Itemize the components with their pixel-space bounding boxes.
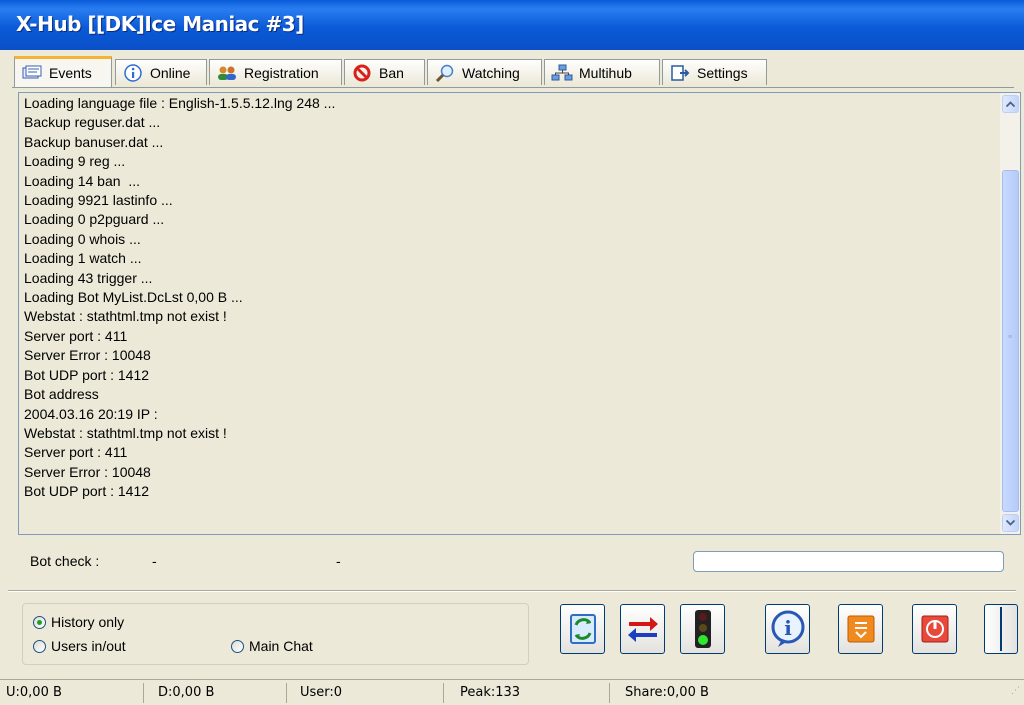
chevron-up-icon [1006,101,1015,107]
bot-check-value: - [336,553,341,569]
tab-watching[interactable]: Watching [427,59,542,85]
divider [8,590,1016,592]
resize-grip-icon[interactable]: ⋰ [1011,686,1020,696]
status-upload: U:0,00 B [6,685,62,700]
status-users: User:0 [300,685,343,700]
traffic-light-icon [692,609,714,649]
tab-label: Events [49,65,92,81]
status-peak: Peak:133 [460,685,521,700]
tab-strip: Events Online Registration Ban Watching … [12,56,1012,88]
scroll-down-button[interactable] [1002,514,1019,532]
log-line: Server Error : 10048 [24,463,151,480]
vertical-scrollbar[interactable]: ≡ [1000,93,1020,534]
radio-main-chat[interactable]: Main Chat [231,638,313,654]
swap-button[interactable] [620,604,665,654]
tab-label: Registration [244,64,319,81]
tab-events[interactable]: Events [14,56,112,87]
log-line: Server port : 411 [24,327,128,344]
log-line: Loading 43 trigger ... [24,269,153,286]
tab-label: Multihub [579,64,632,81]
status-divider [143,683,144,703]
events-log[interactable]: Loading language file : English-1.5.5.12… [18,92,1021,535]
swap-arrows-icon [626,614,660,644]
radio-checked-icon[interactable] [33,615,46,629]
info-button[interactable]: i [765,604,810,654]
events-icon [21,64,43,82]
log-line: Loading 0 whois ... [24,230,141,247]
settings-icon [669,64,691,82]
bot-check-label: Bot check : [30,553,100,569]
notepad-icon [846,614,876,644]
scroll-up-button[interactable] [1002,95,1019,113]
log-line: Loading 14 ban ... [24,172,140,189]
status-divider [286,683,287,703]
svg-text:i: i [784,616,792,640]
grip-icon: ≡ [1008,334,1013,341]
log-line: 2004.03.16 20:19 IP : [24,405,158,422]
log-line: Backup banuser.dat ... [24,133,164,150]
notes-button[interactable] [838,604,883,654]
radio-label: Users in/out [51,638,126,654]
status-bar: U:0,00 B D:0,00 B User:0 Peak:133 Share:… [0,679,1024,705]
shutdown-button[interactable] [912,604,957,654]
info-icon [122,63,144,82]
radio-history-only[interactable]: History only [33,614,124,630]
window-title: X-Hub [[DK]Ice Maniac #3] [16,12,304,36]
log-line: Loading 9 reg ... [24,153,126,170]
refresh-button[interactable] [560,604,605,654]
refresh-icon [567,611,599,647]
users-icon [216,64,238,82]
magnifier-icon [434,64,456,82]
ban-icon [351,64,373,82]
tab-settings[interactable]: Settings [662,59,767,85]
log-line: Bot address [24,386,99,403]
scroll-thumb[interactable]: ≡ [1002,170,1019,512]
log-line: Loading Bot MyList.DcLst 0,00 B ... [24,289,243,306]
network-icon [551,64,573,82]
status-divider [443,683,444,703]
event-filter-group: History only Users in/out Main Chat [22,603,529,665]
log-line: Server port : 411 [24,444,128,461]
radio-label: Main Chat [249,638,313,654]
tab-multihub[interactable]: Multihub [544,59,660,85]
log-line: Server Error : 10048 [24,347,151,364]
radio-label: History only [51,614,125,630]
log-line: Webstat : stathtml.tmp not exist ! [24,424,227,441]
log-line: Loading 0 p2pguard ... [24,211,165,228]
log-line: Bot UDP port : 1412 [24,483,150,500]
tab-online[interactable]: Online [115,59,207,85]
status-divider [609,683,610,703]
tab-registration[interactable]: Registration [209,59,342,85]
splitter-bar [1000,607,1002,651]
log-line: Backup reguser.dat ... [24,114,161,131]
connect-button[interactable] [680,604,725,654]
chevron-down-icon [1006,520,1015,526]
status-download: D:0,00 B [158,685,215,700]
log-line: Loading 1 watch ... [24,250,142,267]
tab-label: Settings [697,64,748,81]
progress-bar [693,551,1004,572]
tab-label: Online [150,64,191,81]
radio-users-inout[interactable]: Users in/out [33,638,126,654]
info-bubble-icon: i [770,610,806,648]
power-icon [920,614,950,644]
log-line: Loading 9921 lastinfo ... [24,192,173,209]
log-line: Loading language file : English-1.5.5.12… [24,95,336,111]
log-line: Bot UDP port : 1412 [24,366,150,383]
tab-ban[interactable]: Ban [344,59,425,85]
radio-unchecked-icon[interactable] [33,639,46,653]
log-text: Loading language file : English-1.5.5.12… [24,94,335,502]
radio-unchecked-icon[interactable] [231,639,244,653]
splitter-handle[interactable] [984,604,1018,654]
bot-check-row: Bot check : - - [14,544,1017,580]
log-line: Webstat : stathtml.tmp not exist ! [24,308,227,325]
bot-check-value: - [152,553,157,569]
status-share: Share:0,00 B [625,685,709,700]
tab-label: Ban [379,64,404,81]
tab-divider [12,87,1014,88]
tab-label: Watching [462,64,520,81]
title-bar[interactable]: X-Hub [[DK]Ice Maniac #3] [0,0,1024,50]
